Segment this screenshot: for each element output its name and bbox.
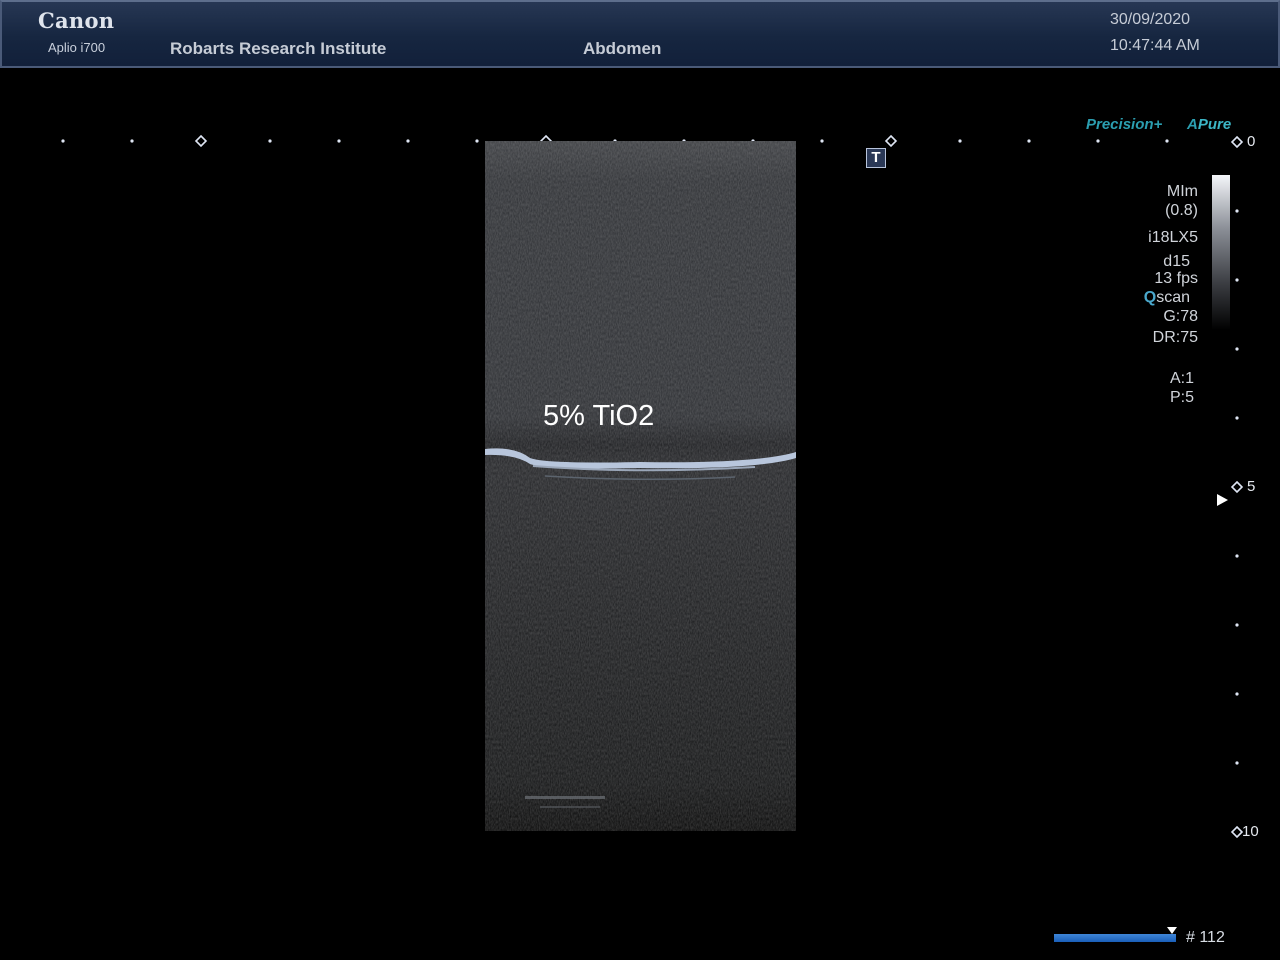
focus-marker-icon[interactable] bbox=[1217, 494, 1228, 506]
qscan-rest: scan bbox=[1156, 289, 1190, 306]
phantom-interface-echo bbox=[485, 448, 796, 481]
frame-rate: 13 fps bbox=[1154, 270, 1198, 287]
cine-frame-bar[interactable] bbox=[1054, 934, 1176, 942]
qscan-q: Q bbox=[1143, 289, 1157, 306]
institution-name: Robarts Research Institute bbox=[170, 39, 387, 58]
dynamic-range-value: DR:75 bbox=[1152, 329, 1198, 346]
image-annotation: 5% TiO2 bbox=[543, 400, 655, 432]
text-marker-icon[interactable]: T bbox=[866, 148, 886, 168]
apure-a-label: A bbox=[1187, 116, 1198, 133]
scanner-model: Aplio i700 bbox=[48, 40, 106, 55]
precision-mode-label: Precision+ bbox=[1086, 116, 1163, 133]
brand-logo: Canon bbox=[38, 8, 115, 33]
depth-label-bottom: 10 bbox=[1242, 823, 1259, 840]
mi-label: MIm bbox=[1166, 183, 1198, 200]
cine-position-marker-icon[interactable] bbox=[1167, 927, 1177, 934]
probe-name: i18LX5 bbox=[1148, 229, 1198, 246]
p-value: P:5 bbox=[1169, 389, 1194, 406]
exam-time: 10:47:44 AM bbox=[1110, 37, 1200, 54]
depth-label-mid: 5 bbox=[1247, 478, 1256, 495]
cine-frame-number: # 112 bbox=[1186, 929, 1225, 946]
gain-value: G:78 bbox=[1163, 308, 1198, 325]
depth-label-top: 0 bbox=[1247, 133, 1256, 150]
mi-value: (0.8) bbox=[1165, 202, 1198, 219]
exam-date: 30/09/2020 bbox=[1110, 11, 1191, 28]
a-value: A:1 bbox=[1169, 370, 1194, 387]
acquisition-parameters: MIm (0.8) i18LX5 d15 13 fps Qscan G:78 D… bbox=[1144, 182, 1198, 407]
header-bar: Canon Aplio i700 Robarts Research Instit… bbox=[0, 0, 1280, 68]
exam-preset: Abdomen bbox=[583, 39, 662, 58]
qscan-label: Qscan bbox=[1144, 288, 1190, 307]
